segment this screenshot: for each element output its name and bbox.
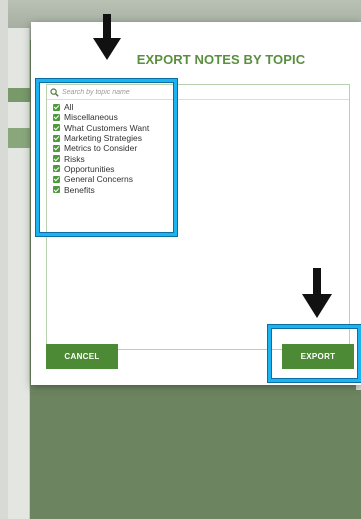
topic-item-what-customers-want[interactable]: What Customers Want <box>53 123 149 133</box>
topic-label: Benefits <box>64 184 95 195</box>
topic-label: What Customers Want <box>64 122 150 133</box>
background-backdrop <box>30 392 361 519</box>
topic-item-opportunities[interactable]: Opportunities <box>53 164 149 174</box>
background-nav-item <box>8 88 30 102</box>
topic-label: Miscellaneous <box>64 112 118 123</box>
topic-item-benefits[interactable]: Benefits <box>53 184 149 195</box>
checkbox-checked[interactable] <box>53 124 60 132</box>
topic-label: Marketing Strategies <box>64 133 142 144</box>
topic-checklist: All Miscellaneous What Customers Want Ma… <box>53 102 149 195</box>
topic-item-miscellaneous[interactable]: Miscellaneous <box>53 112 149 122</box>
topic-label: General Concerns <box>64 174 133 185</box>
topic-list-box: All Miscellaneous What Customers Want Ma… <box>46 84 350 350</box>
topic-item-marketing-strategies[interactable]: Marketing Strategies <box>53 133 149 143</box>
dialog-title: EXPORT NOTES BY TOPIC <box>136 52 306 67</box>
checkbox-checked[interactable] <box>53 155 60 163</box>
checkbox-checked[interactable] <box>53 134 60 142</box>
checkbox-checked[interactable] <box>53 175 60 183</box>
topic-label: Opportunities <box>64 163 115 174</box>
background-nav-item <box>8 128 30 148</box>
checkbox-checked[interactable] <box>53 103 60 111</box>
topic-label: All <box>64 102 74 113</box>
checkbox-checked[interactable] <box>53 186 60 194</box>
checkbox-checked[interactable] <box>53 165 60 173</box>
search-icon <box>50 87 59 97</box>
checkbox-checked[interactable] <box>53 144 60 152</box>
topic-label: Metrics to Consider <box>64 143 138 154</box>
background-text <box>10 182 28 262</box>
export-button[interactable]: EXPORT <box>282 344 354 369</box>
topic-item-all[interactable]: All <box>53 102 149 112</box>
cancel-button[interactable]: CANCEL <box>46 344 118 369</box>
topic-label: Risks <box>64 153 85 164</box>
search-input[interactable] <box>62 86 262 98</box>
background-left-strip <box>0 0 8 519</box>
topic-item-general-concerns[interactable]: General Concerns <box>53 174 149 184</box>
search-row <box>47 85 349 100</box>
topic-item-risks[interactable]: Risks <box>53 153 149 164</box>
export-notes-dialog: EXPORT NOTES BY TOPIC All Miscellaneous <box>31 22 361 385</box>
checkbox-checked[interactable] <box>53 113 60 121</box>
topic-item-metrics-to-consider[interactable]: Metrics to Consider <box>53 143 149 153</box>
